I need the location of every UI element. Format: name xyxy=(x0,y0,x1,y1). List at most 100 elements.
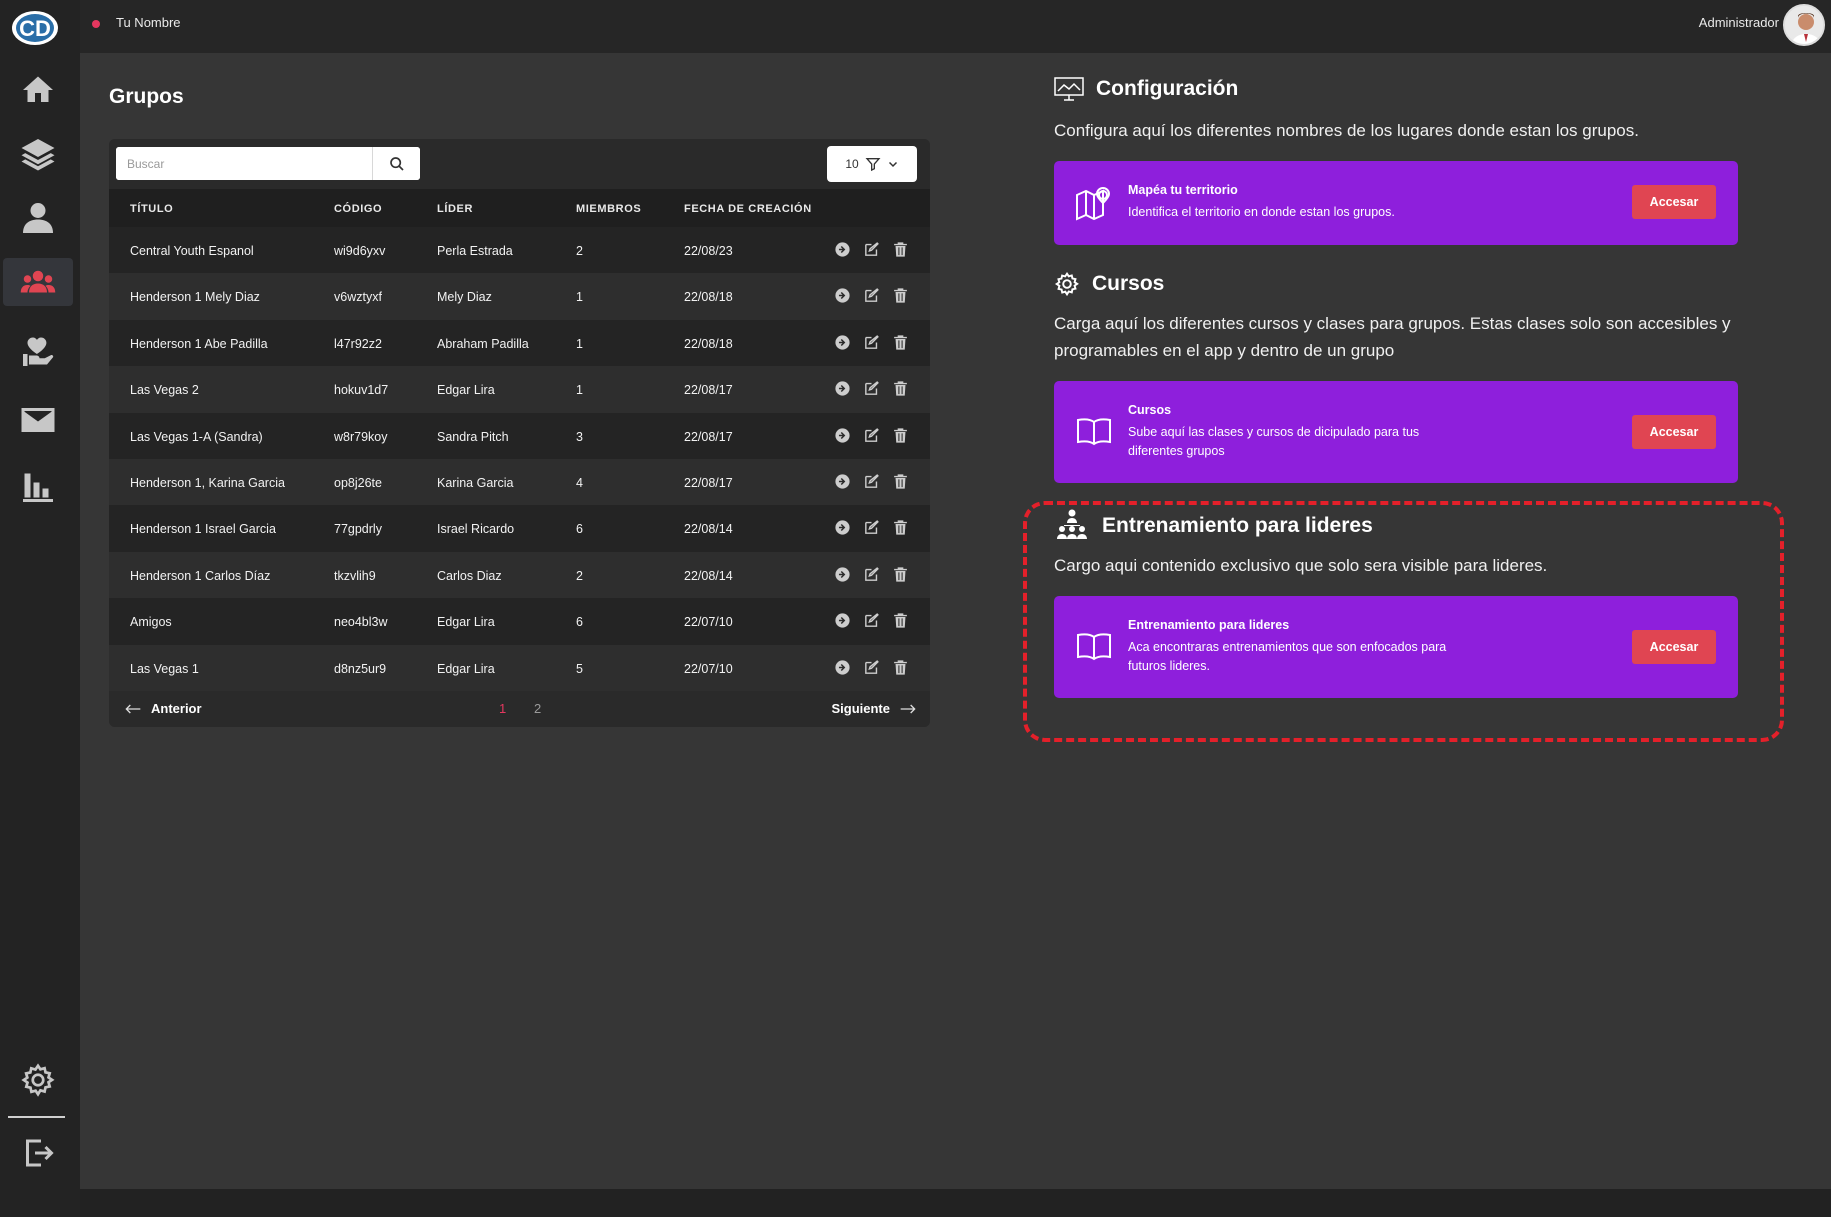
user-name: Tu Nombre xyxy=(116,15,181,30)
page-1-link[interactable]: 1 xyxy=(499,701,506,716)
table-row[interactable]: Central Youth Espanol wi9d6yxv Perla Estra… xyxy=(109,227,930,274)
trash-icon[interactable] xyxy=(892,380,909,397)
column-header-titulo[interactable]: TÍTULO xyxy=(130,203,173,215)
main-content: Grupos 10 TÍTULO CÓDIGO LÍDER MIEMBROS F… xyxy=(80,53,1831,1189)
view-icon[interactable] xyxy=(834,659,851,676)
groups-table-card: 10 TÍTULO CÓDIGO LÍDER MIEMBROS FECHA DE… xyxy=(109,139,930,727)
sidebar-item-care[interactable] xyxy=(3,327,73,375)
book-icon xyxy=(1074,412,1114,452)
prev-page-button[interactable]: Anterior xyxy=(125,701,202,716)
view-icon[interactable] xyxy=(834,380,851,397)
cell-miembros: 3 xyxy=(576,429,583,444)
cell-fecha: 22/08/17 xyxy=(684,429,733,444)
edit-icon[interactable] xyxy=(863,334,880,351)
trash-icon[interactable] xyxy=(892,241,909,258)
search-button[interactable] xyxy=(372,147,420,180)
cell-lider: Abraham Padilla xyxy=(437,336,529,351)
search-input[interactable] xyxy=(116,147,372,180)
view-icon[interactable] xyxy=(834,334,851,351)
sidebar-item-logout[interactable] xyxy=(3,1129,73,1177)
avatar[interactable] xyxy=(1783,4,1825,46)
cell-fecha: 22/08/14 xyxy=(684,568,733,583)
view-icon[interactable] xyxy=(834,241,851,258)
view-icon[interactable] xyxy=(834,473,851,490)
edit-icon[interactable] xyxy=(863,473,880,490)
cell-miembros: 1 xyxy=(576,383,583,398)
edit-icon[interactable] xyxy=(863,659,880,676)
column-header-fecha[interactable]: FECHA DE CREACIÓN xyxy=(684,203,812,215)
search-icon xyxy=(389,156,404,171)
trash-icon[interactable] xyxy=(892,659,909,676)
cell-lider: Israel Ricardo xyxy=(437,522,515,537)
column-header-miembros[interactable]: MIEMBROS xyxy=(576,203,641,215)
sidebar-item-user[interactable] xyxy=(3,194,73,242)
column-header-codigo[interactable]: CÓDIGO xyxy=(334,203,382,215)
cell-miembros: 6 xyxy=(576,615,583,630)
config-card-desc: Identifica el territorio en donde estan … xyxy=(1128,205,1395,219)
chevron-down-icon xyxy=(888,161,897,168)
sidebar-item-stats[interactable] xyxy=(3,463,73,511)
sidebar-item-groups[interactable] xyxy=(3,258,73,306)
cursos-card: Cursos Sube aquí las clases y cursos de … xyxy=(1054,381,1738,483)
table-row[interactable]: Henderson 1 Israel Garcia 77gpdrly Israel … xyxy=(109,505,930,552)
config-accesar-button[interactable]: Accesar xyxy=(1632,185,1716,219)
table-row[interactable]: Las Vegas 1-A (Sandra) w8r79koy Sandra Pit… xyxy=(109,412,930,459)
trash-icon[interactable] xyxy=(892,473,909,490)
sidebar-item-settings[interactable] xyxy=(3,1056,73,1104)
view-icon[interactable] xyxy=(834,519,851,536)
sidebar-item-mail[interactable] xyxy=(3,396,73,444)
config-title: Configuración xyxy=(1096,77,1239,100)
app-logo[interactable]: CD xyxy=(10,8,60,48)
training-accesar-button[interactable]: Accesar xyxy=(1632,630,1716,664)
edit-icon[interactable] xyxy=(863,612,880,629)
training-title: Entrenamiento para lideres xyxy=(1102,514,1373,537)
svg-text:CD: CD xyxy=(19,16,51,41)
table-row[interactable]: Henderson 1 Mely Diaz v6wztyxf Mely Diaz 1 2… xyxy=(109,273,930,320)
sidebar-item-layers[interactable] xyxy=(3,130,73,178)
column-header-lider[interactable]: LÍDER xyxy=(437,203,473,215)
cell-codigo: l47r92z2 xyxy=(334,336,382,351)
cell-fecha: 22/07/10 xyxy=(684,661,733,676)
edit-icon[interactable] xyxy=(863,427,880,444)
trash-icon[interactable] xyxy=(892,427,909,444)
table-row[interactable]: Henderson 1 Abe Padilla l47r92z2 Abraham P… xyxy=(109,319,930,367)
trash-icon[interactable] xyxy=(892,519,909,536)
trash-icon[interactable] xyxy=(892,612,909,629)
logout-icon xyxy=(26,1139,54,1167)
edit-icon[interactable] xyxy=(863,287,880,304)
view-icon[interactable] xyxy=(834,612,851,629)
config-section-header: Configuración xyxy=(1054,77,1238,101)
cursos-card-title: Cursos xyxy=(1128,403,1172,417)
table-row[interactable]: Las Vegas 1 d8nz5ur9 Edgar Lira 5 22/07/10 xyxy=(109,644,930,691)
edit-icon[interactable] xyxy=(863,519,880,536)
cell-lider: Edgar Lira xyxy=(437,661,495,676)
training-card: Entrenamiento para lideres Aca encontrar… xyxy=(1054,596,1738,698)
table-row[interactable]: Henderson 1 Carlos Díaz tkzvlih9 Carlos Di… xyxy=(109,551,930,599)
table-row[interactable]: Henderson 1, Karina Garcia op8j26te Karina… xyxy=(109,459,930,506)
cursos-accesar-button[interactable]: Accesar xyxy=(1632,415,1716,449)
table-row[interactable]: Amigos neo4bl3w Edgar Lira 6 22/07/10 xyxy=(109,598,930,645)
cell-codigo: op8j26te xyxy=(334,476,382,490)
page-2-link[interactable]: 2 xyxy=(534,701,541,716)
edit-icon[interactable] xyxy=(863,566,880,583)
trash-icon[interactable] xyxy=(892,287,909,304)
view-icon[interactable] xyxy=(834,566,851,583)
training-card-desc: Aca encontraras entrenamientos que son e… xyxy=(1128,640,1447,673)
cell-miembros: 6 xyxy=(576,522,583,537)
sidebar-item-home[interactable] xyxy=(3,66,73,114)
edit-icon[interactable] xyxy=(863,241,880,258)
table-row[interactable]: Las Vegas 2 hokuv1d7 Edgar Lira 1 22/08/17 xyxy=(109,366,930,413)
cell-lider: Karina Garcia xyxy=(437,476,514,490)
cursos-card-desc: Sube aquí las clases y cursos de dicipul… xyxy=(1128,425,1420,458)
cell-titulo: Amigos xyxy=(130,615,172,630)
next-page-button[interactable]: Siguiente xyxy=(831,701,916,716)
view-icon[interactable] xyxy=(834,427,851,444)
trash-icon[interactable] xyxy=(892,334,909,351)
cell-titulo: Las Vegas 1-A (Sandra) xyxy=(130,429,263,444)
trash-icon[interactable] xyxy=(892,566,909,583)
cell-titulo: Henderson 1, Karina Garcia xyxy=(130,476,285,490)
gear-icon xyxy=(1054,271,1079,297)
page-size-filter[interactable]: 10 xyxy=(827,146,917,182)
view-icon[interactable] xyxy=(834,287,851,304)
edit-icon[interactable] xyxy=(863,380,880,397)
